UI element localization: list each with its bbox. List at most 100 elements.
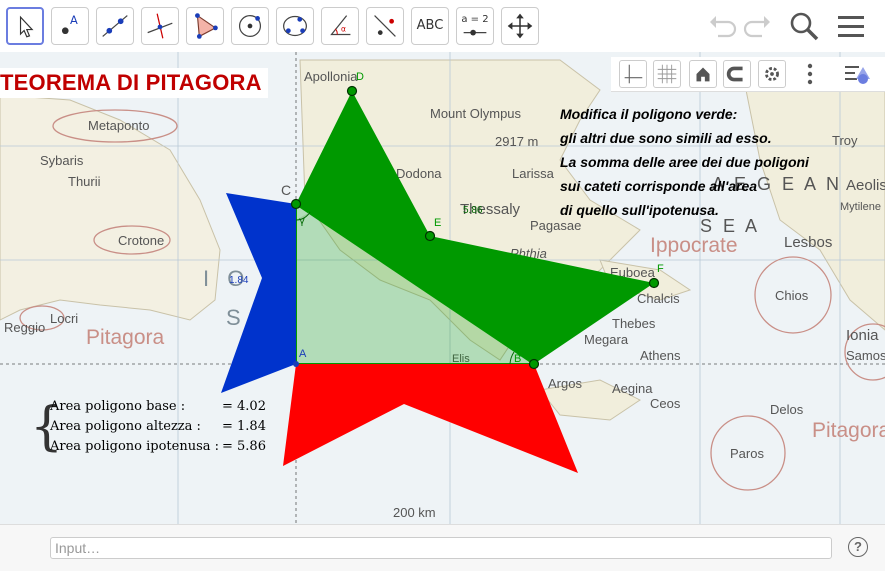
text-tool-button[interactable]: ABC: [411, 7, 449, 45]
map-scale-label: 200 km: [393, 505, 436, 520]
map-label-ippocrate: Ippocrate: [650, 234, 738, 257]
point-label-b: B: [514, 353, 521, 365]
instructions-text: Modifica il poligono verde: gli altri du…: [560, 106, 809, 218]
search-button[interactable]: [786, 8, 822, 44]
area-height-value: = 1.84: [222, 419, 266, 434]
point-label-f: F: [657, 263, 664, 275]
slider-icon: [463, 29, 487, 36]
polygon-icon: [195, 13, 218, 39]
undo-button[interactable]: [704, 8, 740, 44]
map-label-aegina: Aegina: [612, 381, 653, 396]
text-tool-label: ABC: [416, 18, 444, 33]
svg-text:A: A: [70, 13, 78, 27]
gear-icon: [765, 67, 779, 81]
map-label-lesbos: Lesbos: [784, 234, 832, 251]
point-b: [528, 358, 540, 370]
map-label-crotone: Crotone: [118, 233, 164, 248]
map-label-metaponto: Metaponto: [88, 118, 149, 133]
angle-icon: α: [330, 15, 351, 36]
point-a: [293, 361, 299, 367]
point-label-c: C: [281, 182, 291, 198]
axes-icon: [624, 64, 643, 84]
toggle-axes-button[interactable]: [619, 60, 647, 88]
input-bar: Input… ?: [0, 524, 885, 571]
area-height-label: Area poligono altezza :: [50, 419, 201, 434]
map-label-elevation: 2917 m: [495, 134, 538, 149]
area-base-value: = 4.02: [222, 399, 266, 414]
map-label-pitagora-left: Pitagora: [86, 326, 165, 349]
area-hypotenuse-label: Area poligono ipotenusa :: [50, 439, 220, 454]
help-button[interactable]: ?: [848, 537, 868, 557]
menu-button[interactable]: [833, 8, 869, 44]
home-icon: [696, 67, 710, 82]
map-label-argos: Argos: [548, 376, 582, 391]
move-graphics-view-tool-button[interactable]: [501, 7, 539, 45]
map-label-samos: Samos: [846, 348, 885, 363]
point-label-e: E: [434, 217, 441, 229]
magnet-icon: [726, 66, 743, 82]
map-label-ionia: Ionia: [846, 327, 879, 344]
map-label-apollonia: Apollonia: [304, 69, 358, 84]
svg-text:α: α: [341, 25, 346, 34]
input-field[interactable]: Input…: [50, 537, 832, 559]
style-bar-toggle-button[interactable]: [843, 61, 873, 87]
point-e: [424, 230, 436, 242]
move-tool-button[interactable]: [6, 7, 44, 45]
standard-view-button[interactable]: [689, 60, 717, 88]
grid-icon: [657, 64, 677, 84]
cursor-arrow-icon: [19, 15, 34, 38]
reflect-icon: [374, 15, 396, 37]
circle-three-points-icon: [283, 15, 307, 37]
map-label-thurii: Thurii: [68, 174, 101, 189]
map-label-ceos: Ceos: [650, 396, 681, 411]
angle-gamma-label: γ: [299, 216, 305, 227]
graphics-style-bar: [611, 57, 885, 92]
perpendicular-line-tool-button[interactable]: [141, 7, 179, 45]
map-label-reggio: Reggio: [4, 320, 45, 335]
area-base-label: Area poligono base :: [50, 399, 186, 414]
circle-three-points-tool-button[interactable]: [276, 7, 314, 45]
point-label-a: A: [299, 348, 307, 360]
move-arrows-icon: [507, 13, 533, 39]
map-label-mytilene: Mytilene: [840, 201, 881, 213]
polygon-tool-button[interactable]: [186, 7, 224, 45]
redo-button[interactable]: [740, 8, 776, 44]
map-label-troy: Troy: [832, 133, 858, 148]
toggle-grid-button[interactable]: [653, 60, 681, 88]
angle-tool-button[interactable]: α: [321, 7, 359, 45]
map-label-megara: Megara: [584, 332, 629, 347]
point-f: [648, 277, 660, 289]
point-icon: A: [61, 13, 78, 35]
map-label-locri: Locri: [50, 311, 78, 326]
perpendicular-icon: [147, 13, 173, 39]
search-icon: [790, 12, 819, 41]
menu-icon: [838, 16, 864, 37]
circle-center-tool-button[interactable]: [231, 7, 269, 45]
point-label-d: D: [356, 71, 364, 83]
undo-icon: [710, 16, 737, 38]
map-label-chalcis: Chalcis: [637, 291, 680, 306]
point-tool-button[interactable]: A: [51, 7, 89, 45]
point-d: [346, 85, 358, 97]
point-c: [290, 198, 302, 210]
map-label-sybaris: Sybaris: [40, 153, 84, 168]
toolbar: A α ABC a = 2: [0, 0, 885, 52]
line-tool-button[interactable]: [96, 7, 134, 45]
more-options-button[interactable]: [805, 61, 815, 87]
area-hypotenuse-value: = 5.86: [222, 439, 266, 454]
settings-button[interactable]: [758, 60, 786, 88]
page-title: TEOREMA DI PITAGORA: [0, 68, 268, 98]
map-label-thebes: Thebes: [612, 316, 656, 331]
green-area-label: 5.86: [463, 205, 483, 216]
graphics-view[interactable]: Apollonia Metaponto Sybaris Thurii Croto…: [0, 52, 885, 524]
slider-tool-button[interactable]: a = 2: [456, 7, 494, 45]
point-capturing-button[interactable]: [723, 60, 751, 88]
map-label-larissa: Larissa: [512, 166, 555, 181]
map-label-paros: Paros: [730, 446, 764, 461]
reflect-tool-button[interactable]: [366, 7, 404, 45]
circle-center-icon: [238, 14, 262, 38]
map-label-athens: Athens: [640, 348, 681, 363]
map-label-aeolis: Aeolis: [846, 177, 885, 194]
blue-area-label: 1.84: [229, 275, 249, 286]
style-bar-icon: [845, 66, 870, 84]
